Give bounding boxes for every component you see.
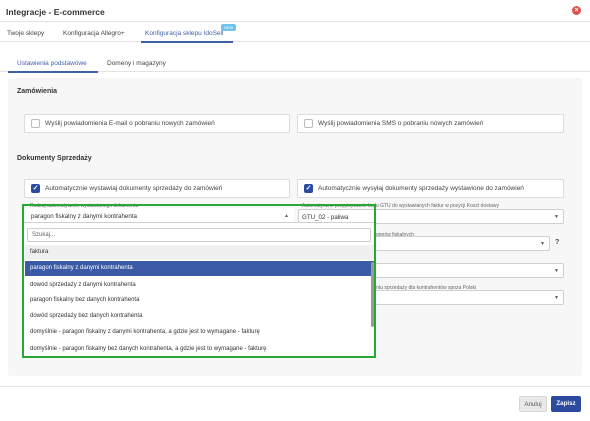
auto-send-checkbox[interactable]: ✓ [304,184,313,193]
email-notify-option[interactable]: Wyślij powiadomienia E-mail o pobraniu n… [24,114,290,133]
active-subtab-indicator [8,71,98,73]
tab-allegro-config[interactable]: Konfiguracja Allegro+ [63,30,125,37]
highlight-box [22,204,376,358]
subtab-domains-warehouses[interactable]: Domeny i magazyny [107,60,166,67]
email-notify-label: Wyślij powiadomienia E-mail o pobraniu n… [45,120,215,127]
sms-notify-label: Wyślij powiadomienia SMS o pobraniu nowy… [318,120,484,127]
window-titlebar: Integracje - E-commerce × [0,0,590,22]
save-button[interactable]: Zapisz [551,396,581,412]
main-tabs: Twoje sklepy Konfiguracja Allegro+ Konfi… [0,22,590,43]
window-title: Integracje - E-commerce [6,7,105,17]
auto-send-label: Automatycznie wysyłaj dokumenty sprzedaż… [318,185,524,192]
chevron-down-icon: ▼ [554,268,559,274]
active-tab-indicator [141,41,233,43]
tab-idosell-config[interactable]: Konfiguracja sklepu IdoSell [145,30,223,37]
chevron-down-icon: ▼ [554,295,559,301]
chevron-down-icon: ▼ [554,214,559,220]
new-badge: NEW [221,24,237,31]
orders-section-title: Zamówienia [17,88,58,95]
auto-issue-checkbox[interactable]: ✓ [31,184,40,193]
auto-send-option[interactable]: ✓ Automatycznie wysyłaj dokumenty sprzed… [297,179,564,198]
chevron-down-icon: ▼ [540,241,545,247]
footer-divider [0,386,590,387]
cancel-button[interactable]: Anuluj [519,396,547,412]
auto-issue-label: Automatycznie wystawiaj dokumenty sprzed… [45,185,223,192]
subtab-basic-settings[interactable]: Ustawienia podstawowe [17,60,87,67]
close-icon[interactable]: × [572,6,581,15]
email-notify-checkbox[interactable] [31,119,40,128]
auto-issue-option[interactable]: ✓ Automatycznie wystawiaj dokumenty sprz… [24,179,290,198]
sales-docs-section-title: Dokumenty Sprzedaży [17,155,92,162]
sub-tabs: Ustawienia podstawowe Domeny i magazyny [0,52,590,73]
help-icon[interactable]: ? [555,239,559,246]
tab-twoje-sklepy[interactable]: Twoje sklepy [7,30,44,37]
sms-notify-checkbox[interactable] [304,119,313,128]
sms-notify-option[interactable]: Wyślij powiadomienia SMS o pobraniu nowy… [297,114,564,133]
